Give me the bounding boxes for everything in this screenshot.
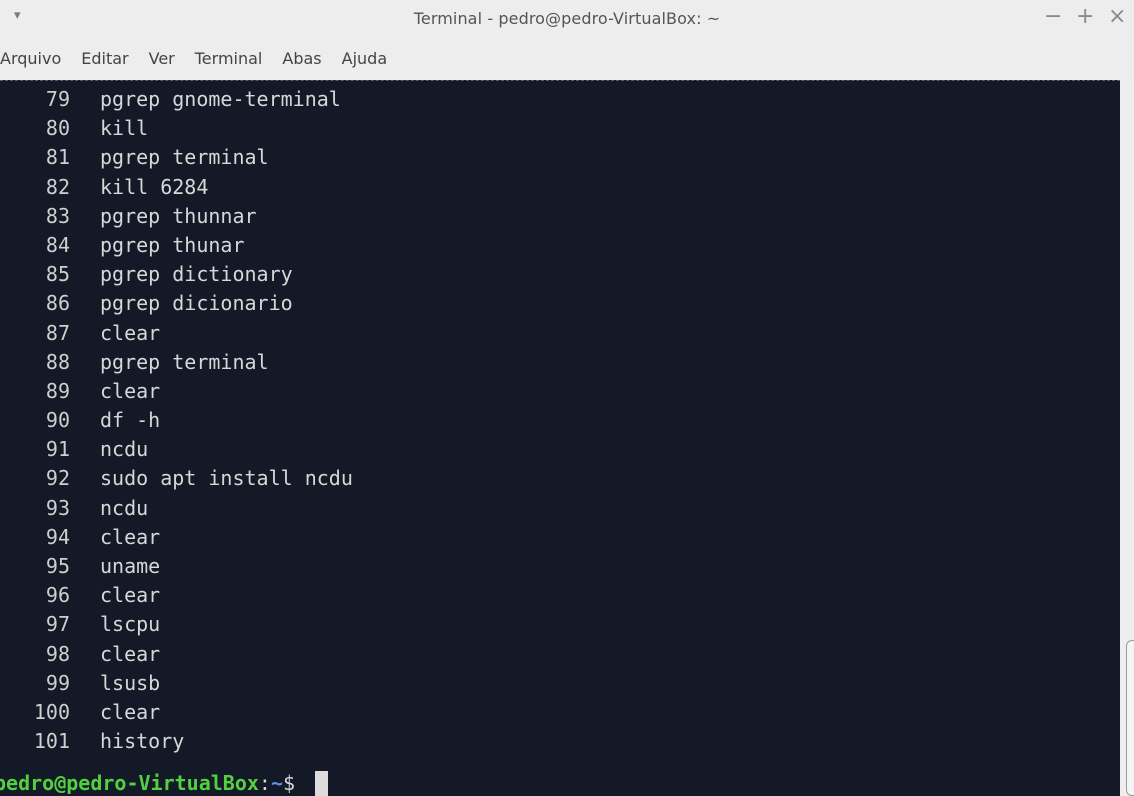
history-command: uname	[100, 554, 161, 578]
history-line: 82 kill 6284	[0, 173, 1120, 202]
history-line: 100 clear	[0, 698, 1120, 727]
history-number: 90	[45, 408, 70, 433]
window-title: Terminal - pedro@pedro-VirtualBox: ~	[413, 9, 721, 28]
history-list: 79 pgrep gnome-terminal 80 kill 81 pgrep term…	[0, 85, 1120, 756]
history-number: 86	[45, 291, 70, 316]
history-command: df -h	[100, 408, 161, 433]
history-line: 83 pgrep thunnar	[0, 202, 1120, 231]
history-line: 92 sudo apt install ncdu	[0, 464, 1120, 493]
history-line: 91 ncdu	[0, 435, 1120, 464]
history-command: lscpu	[100, 612, 161, 637]
history-line: 98 clear	[0, 640, 1120, 669]
history-command: clear	[100, 583, 161, 608]
history-number: 89	[45, 378, 70, 403]
menu-terminal[interactable]: Terminal	[185, 38, 273, 80]
history-line: 90 df -h	[0, 406, 1120, 435]
history-line: 99 lsusb	[0, 669, 1120, 698]
scrollbar-thumb[interactable]	[1126, 640, 1134, 796]
history-number: 85	[45, 262, 70, 287]
terminal-output[interactable]: 79 pgrep gnome-terminal 80 kill 81 pgrep term…	[0, 80, 1120, 796]
prompt-symbol: $	[283, 771, 308, 795]
menu-ajuda[interactable]: Ajuda	[332, 38, 398, 80]
history-line: 81 pgrep terminal	[0, 143, 1120, 172]
history-line: 85 pgrep dictionary	[0, 260, 1120, 289]
history-command: pgrep terminal	[100, 349, 269, 374]
history-number: 98	[45, 641, 70, 666]
history-command: kill	[100, 116, 149, 141]
history-number: 95	[45, 554, 70, 578]
history-line: 93 ncdu	[0, 494, 1120, 523]
menu-bar: Arquivo Editar Ver Terminal Abas Ajuda	[0, 38, 1134, 80]
history-number: 80	[45, 116, 70, 141]
history-command: clear	[100, 320, 161, 345]
history-command: clear	[100, 378, 161, 403]
history-command: ncdu	[100, 437, 149, 462]
history-line: 101 history	[0, 727, 1120, 756]
history-number: 81	[45, 145, 70, 170]
history-number: 91	[45, 437, 70, 462]
history-command: pgrep thunnar	[100, 203, 257, 228]
history-number: 82	[45, 174, 70, 199]
window-controls: − + ×	[1044, 4, 1126, 30]
history-number: 100	[33, 699, 70, 724]
history-command: sudo apt install ncdu	[100, 466, 353, 491]
history-command: clear	[100, 641, 161, 666]
history-line: 96 clear	[0, 581, 1120, 610]
history-number: 94	[45, 524, 70, 549]
prompt-separator: :	[258, 771, 271, 795]
history-number: 97	[45, 612, 70, 637]
scrollbar[interactable]	[1120, 80, 1134, 796]
text-cursor	[315, 770, 329, 796]
history-number: 79	[45, 87, 70, 111]
history-command: pgrep dictionary	[100, 262, 293, 287]
close-icon[interactable]: ×	[1108, 4, 1126, 30]
history-number: 87	[45, 320, 70, 345]
menu-arquivo[interactable]: Arquivo	[0, 38, 71, 80]
history-number: 101	[33, 729, 70, 754]
history-command: pgrep gnome-terminal	[100, 87, 341, 111]
history-command: pgrep thunar	[100, 232, 245, 257]
history-command: history	[100, 729, 185, 754]
history-line: 84 pgrep thunar	[0, 231, 1120, 260]
history-number: 88	[45, 349, 70, 374]
history-line: 79 pgrep gnome-terminal	[0, 85, 1120, 114]
menu-editar[interactable]: Editar	[71, 38, 138, 80]
history-command: pgrep terminal	[100, 145, 269, 170]
history-command: ncdu	[100, 495, 149, 520]
history-line: 86 pgrep dicionario	[0, 289, 1120, 318]
history-line: 87 clear	[0, 319, 1120, 348]
prompt-path: ~	[270, 771, 283, 795]
history-command: kill 6284	[100, 174, 209, 199]
maximize-icon[interactable]: +	[1076, 4, 1094, 30]
history-number: 99	[45, 670, 70, 695]
history-command: pgrep dicionario	[100, 291, 293, 316]
history-line: 89 clear	[0, 377, 1120, 406]
history-line: 80 kill	[0, 114, 1120, 143]
history-number: 83	[45, 203, 70, 228]
history-line: 97 lscpu	[0, 610, 1120, 639]
history-line: 94 clear	[0, 523, 1120, 552]
minimize-icon[interactable]: −	[1044, 4, 1062, 30]
history-number: 84	[45, 232, 70, 257]
history-line: 88 pgrep terminal	[0, 348, 1120, 377]
prompt-line[interactable]: pedro@pedro-VirtualBox: ~ $	[0, 769, 329, 796]
history-number: 93	[45, 495, 70, 520]
title-bar: ▾ Terminal - pedro@pedro-VirtualBox: ~ −…	[0, 0, 1134, 38]
history-command: clear	[100, 524, 161, 549]
history-line: 95 uname	[0, 552, 1120, 581]
history-number: 96	[45, 583, 70, 608]
menu-ver[interactable]: Ver	[139, 38, 185, 80]
history-number: 92	[45, 466, 70, 491]
menu-abas[interactable]: Abas	[272, 38, 331, 80]
history-command: clear	[100, 699, 161, 724]
history-command: lsusb	[100, 670, 161, 695]
prompt-user-host: pedro@pedro-VirtualBox	[0, 771, 259, 795]
